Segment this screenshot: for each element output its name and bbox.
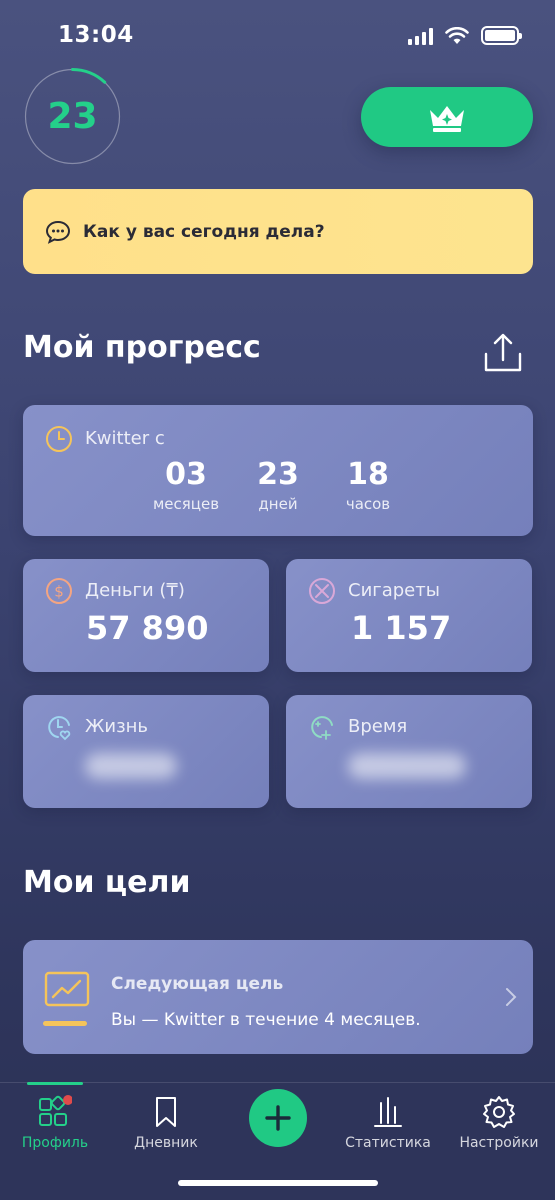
tab-diary-label: Дневник: [134, 1135, 198, 1151]
days-unit: дней: [258, 495, 298, 513]
next-goal-card[interactable]: Следующая цель Вы — Kwitter в течение 4 …: [23, 940, 533, 1054]
heart-clock-icon: [48, 716, 71, 741]
cigarettes-avoided-card[interactable]: Сигареты 1 157: [286, 559, 532, 672]
status-time: 13:04: [58, 22, 134, 48]
chevron-right-icon: [506, 988, 517, 1006]
tab-settings-label: Настройки: [459, 1135, 539, 1151]
cigarettes-label: Сигареты: [348, 580, 440, 601]
quit-timer-card[interactable]: Kwitter с 03 месяцев 23 дней 18 часов: [23, 405, 533, 536]
time-value-blurred: [348, 753, 466, 779]
bar-chart-icon: [374, 1097, 402, 1127]
streak-counter[interactable]: 23: [24, 68, 121, 165]
months-value: 03: [165, 457, 207, 492]
mood-question: Как у вас сегодня дела?: [83, 221, 325, 242]
life-value-blurred: [85, 753, 177, 779]
money-saved-card[interactable]: $ Деньги (₸) 57 890: [23, 559, 269, 672]
chart-goal-icon: [43, 971, 90, 1026]
share-button[interactable]: [480, 330, 526, 376]
clock-icon: [46, 426, 72, 452]
days-value: 23: [257, 457, 299, 492]
progress-section-title: Мой прогресс: [23, 330, 261, 365]
hours-value: 18: [347, 457, 389, 492]
home-indicator: [178, 1180, 378, 1186]
plus-icon: [265, 1105, 291, 1131]
wifi-icon: [445, 26, 469, 44]
cigarettes-value: 1 157: [351, 609, 452, 647]
money-label: Деньги (₸): [85, 580, 185, 601]
add-entry-button[interactable]: [249, 1089, 307, 1147]
streak-number: 23: [47, 96, 98, 137]
cellular-signal-icon: [408, 27, 433, 45]
life-regained-card[interactable]: Жизнь: [23, 695, 269, 808]
premium-button[interactable]: [361, 87, 533, 147]
time-plus-icon: [311, 716, 333, 740]
status-bar: 13:04: [0, 0, 555, 70]
time-saved-card[interactable]: Время: [286, 695, 532, 808]
crown-icon: [430, 106, 464, 132]
bookmark-icon: [156, 1097, 176, 1127]
no-smoking-icon: [309, 578, 335, 604]
dollar-coin-icon: $: [46, 578, 72, 604]
goals-section-title: Мои цели: [23, 865, 191, 900]
tab-statistics-label: Статистика: [345, 1135, 431, 1151]
time-label: Время: [348, 716, 408, 737]
quit-timer-label: Kwitter с: [85, 428, 165, 449]
status-icons: [408, 26, 522, 45]
battery-icon: [481, 26, 522, 45]
tab-profile-label: Профиль: [21, 1135, 89, 1151]
active-tab-indicator: [27, 1082, 83, 1085]
next-goal-title: Следующая цель: [111, 974, 284, 994]
profile-grid-icon: [39, 1095, 72, 1126]
svg-text:$: $: [54, 583, 64, 601]
chat-bubble-icon: [45, 220, 71, 244]
hours-unit: часов: [345, 495, 391, 513]
next-goal-description: Вы — Kwitter в течение 4 месяцев.: [111, 1010, 421, 1030]
money-value: 57 890: [86, 609, 209, 647]
life-label: Жизнь: [85, 716, 149, 737]
months-unit: месяцев: [152, 495, 220, 513]
share-icon: [484, 333, 522, 372]
gear-icon: [483, 1096, 515, 1128]
mood-checkin-card[interactable]: Как у вас сегодня дела?: [23, 189, 533, 274]
